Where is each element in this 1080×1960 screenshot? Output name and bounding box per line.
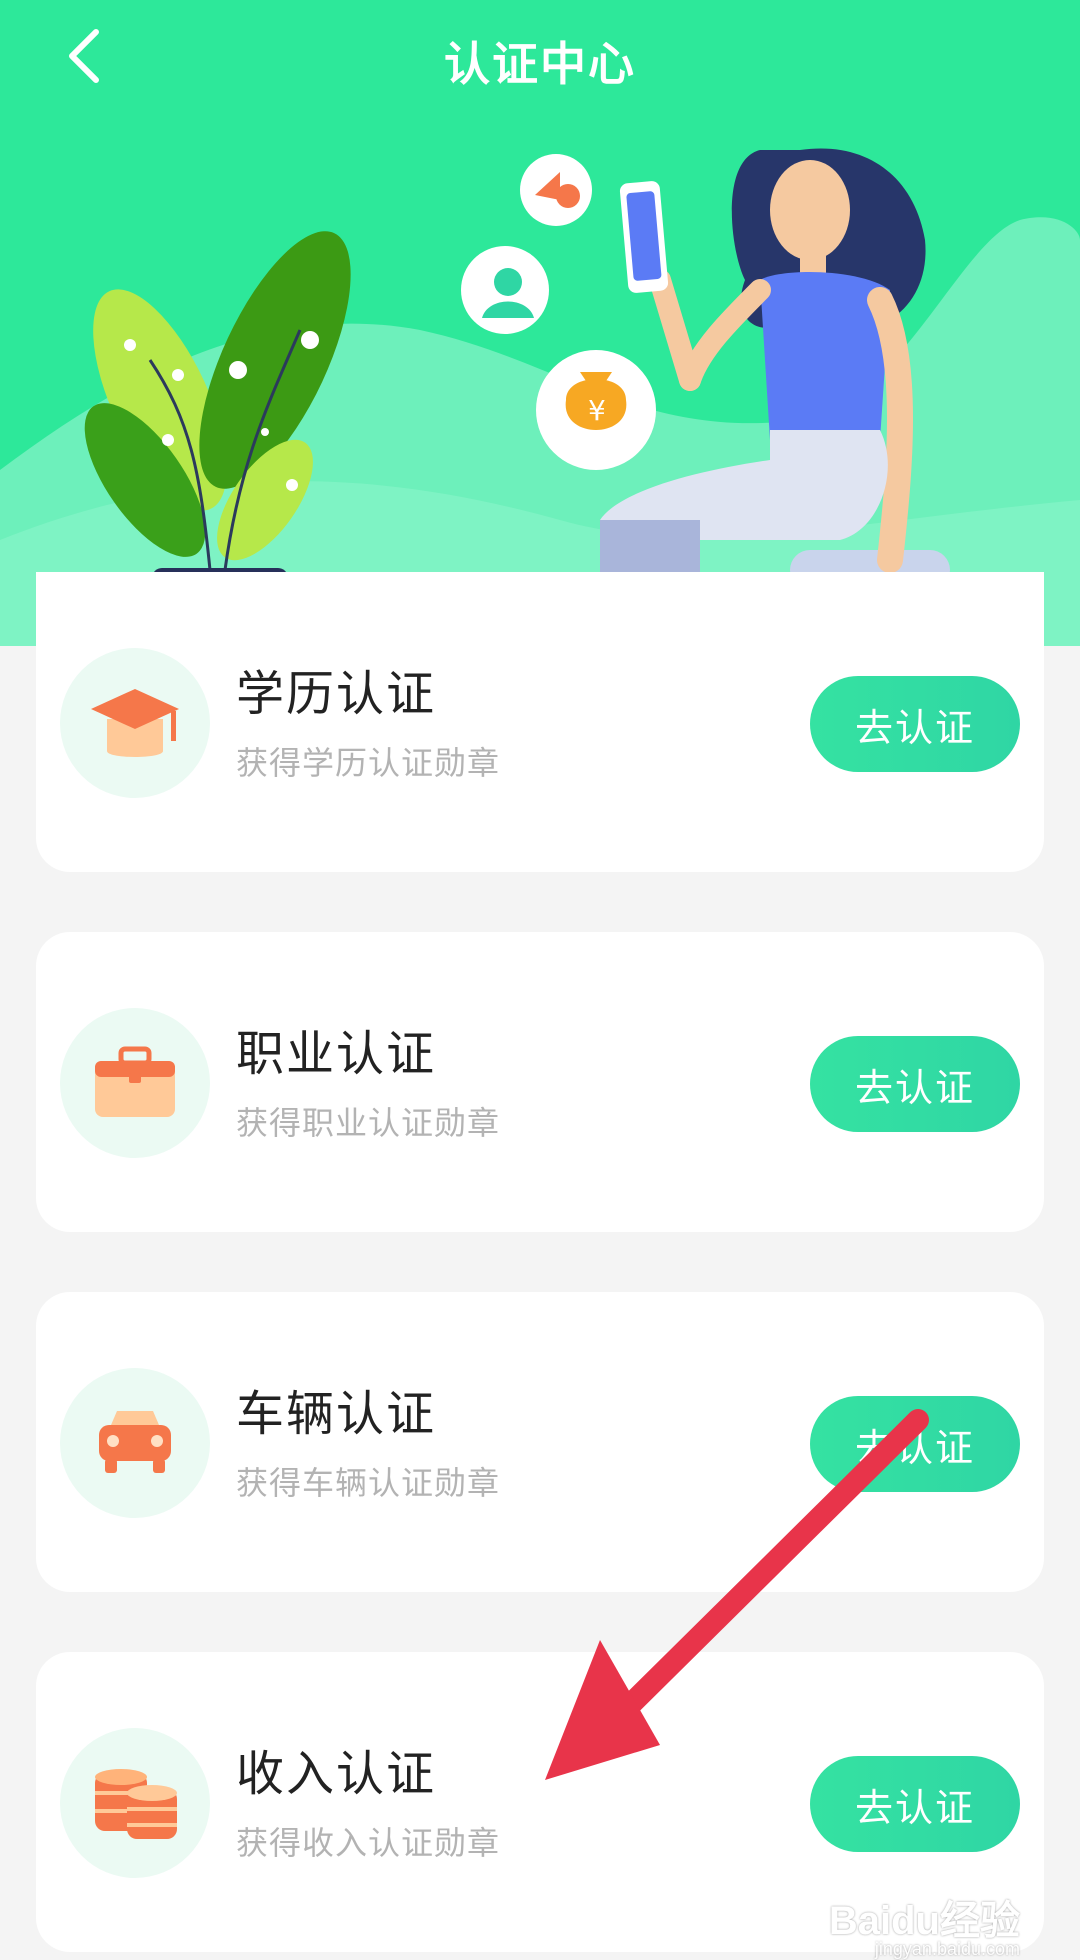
watermark-url: jingyan.baidu.com [874, 1939, 1020, 1959]
banner-illustration: ¥ [0, 148, 1080, 646]
briefcase-icon [95, 1046, 175, 1117]
card-title: 职业认证 [236, 1026, 437, 1082]
icon-circle [60, 1008, 210, 1158]
car-icon [99, 1411, 171, 1473]
card-title: 车辆认证 [236, 1386, 437, 1442]
verify-vehicle-button[interactable]: 去认证 [810, 1396, 1020, 1492]
verify-income-button[interactable]: 去认证 [810, 1756, 1020, 1852]
card-education: 学历认证 获得学历认证勋章 去认证 [36, 572, 1044, 872]
graduation-cap-icon [91, 689, 179, 757]
card-title: 收入认证 [236, 1746, 437, 1802]
watermark-logo: Baidu经验 [828, 1899, 1020, 1943]
svg-text:¥: ¥ [588, 394, 606, 427]
card-occupation: 职业认证 获得职业认证勋章 去认证 [36, 932, 1044, 1232]
card-subtitle: 获得车辆认证勋章 [236, 1464, 501, 1502]
card-subtitle: 获得职业认证勋章 [236, 1104, 501, 1142]
page-title: 认证中心 [444, 37, 636, 91]
header-banner: ¥ 认证中心 [0, 0, 1080, 646]
coins-icon [95, 1769, 177, 1839]
verify-education-button[interactable]: 去认证 [810, 676, 1020, 772]
icon-circle [60, 1728, 210, 1878]
verify-occupation-button[interactable]: 去认证 [810, 1036, 1020, 1132]
icon-circle [60, 648, 210, 798]
card-subtitle: 获得收入认证勋章 [236, 1824, 501, 1862]
card-subtitle: 获得学历认证勋章 [236, 744, 501, 782]
card-title: 学历认证 [236, 666, 437, 722]
card-vehicle: 车辆认证 获得车辆认证勋章 去认证 [36, 1292, 1044, 1592]
icon-circle [60, 1368, 210, 1518]
